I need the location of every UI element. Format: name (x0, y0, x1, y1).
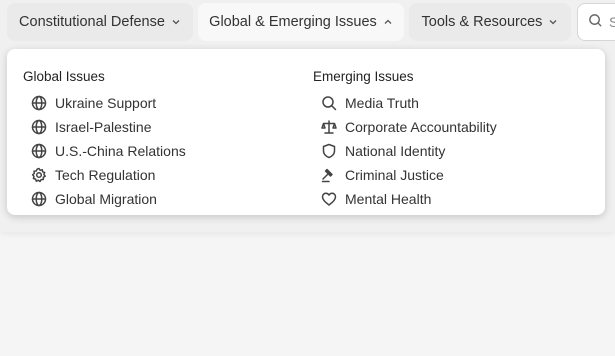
global-issues-heading: Global Issues (23, 69, 105, 84)
globe-icon (31, 143, 47, 159)
menu-item-label: Tech Regulation (55, 167, 156, 183)
menu-item-global-migration[interactable]: Global Migration (31, 187, 186, 211)
menu-item-us-china-relations[interactable]: U.S.-China Relations (31, 139, 186, 163)
global-issues-column: Global Issues Ukraine Support Israel-Pal… (23, 68, 186, 211)
nav-tools-resources[interactable]: Tools & Resources (409, 3, 571, 41)
menu-item-tech-regulation[interactable]: Tech Regulation (31, 163, 186, 187)
menu-item-label: Criminal Justice (345, 167, 444, 183)
gear-icon (31, 167, 47, 183)
menu-item-corporate-accountability[interactable]: Corporate Accountability (321, 115, 497, 139)
menu-item-mental-health[interactable]: Mental Health (321, 187, 497, 211)
scale-icon (321, 119, 337, 135)
menu-item-media-truth[interactable]: Media Truth (321, 91, 497, 115)
global-emerging-dropdown: Global Issues Ukraine Support Israel-Pal… (7, 49, 605, 215)
menu-item-label: Ukraine Support (55, 95, 157, 111)
menu-item-label: Israel-Palestine (55, 119, 152, 135)
globe-icon (31, 191, 47, 207)
nav-constitutional-defense[interactable]: Constitutional Defense (7, 3, 193, 41)
menu-item-national-identity[interactable]: National Identity (321, 139, 497, 163)
emerging-issues-column: Emerging Issues Media Truth Corporate Ac… (313, 68, 497, 211)
chevron-down-icon (548, 17, 558, 27)
menu-item-israel-palestine[interactable]: Israel-Palestine (31, 115, 186, 139)
globe-icon (31, 95, 47, 111)
nav-global-label: Global & Emerging Issues (209, 14, 377, 30)
search-icon (588, 13, 603, 31)
chevron-up-icon (383, 17, 393, 27)
menu-item-ukraine-support[interactable]: Ukraine Support (31, 91, 186, 115)
emerging-issues-heading: Emerging Issues (313, 69, 414, 84)
nav-tools-label: Tools & Resources (421, 14, 543, 30)
menu-item-criminal-justice[interactable]: Criminal Justice (321, 163, 497, 187)
nav-constitutional-label: Constitutional Defense (19, 14, 165, 30)
menu-item-label: Global Migration (55, 191, 157, 207)
menu-item-label: National Identity (345, 143, 446, 159)
menu-item-label: Corporate Accountability (345, 119, 497, 135)
globe-icon (31, 119, 47, 135)
gavel-icon (321, 167, 337, 183)
menu-item-label: U.S.-China Relations (55, 143, 186, 159)
heart-icon (321, 191, 337, 207)
search-icon (321, 95, 337, 111)
shield-icon (321, 143, 337, 159)
nav-global-emerging-issues[interactable]: Global & Emerging Issues (198, 3, 404, 41)
search-input[interactable]: S (577, 3, 615, 41)
menu-item-label: Mental Health (345, 191, 432, 207)
menu-item-label: Media Truth (345, 95, 419, 111)
search-placeholder: S (609, 14, 615, 30)
chevron-down-icon (171, 17, 181, 27)
